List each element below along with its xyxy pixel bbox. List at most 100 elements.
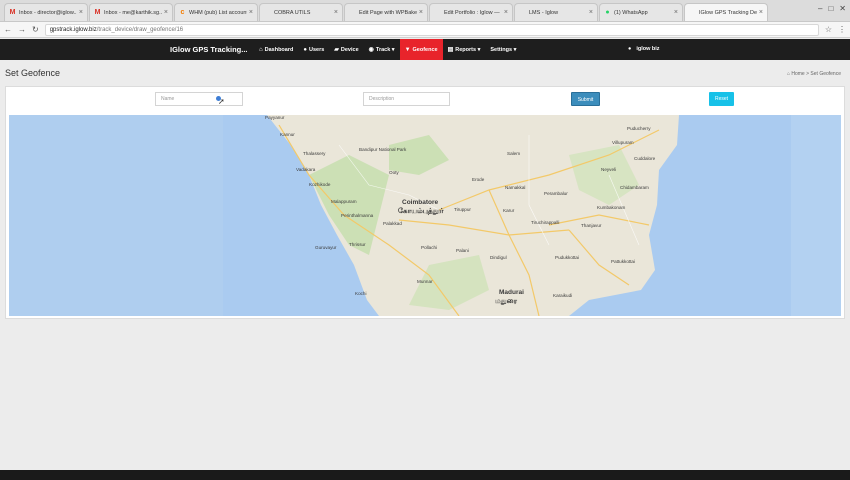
breadcrumb-home[interactable]: Home xyxy=(791,71,804,77)
nav-item-label: Dashboard xyxy=(264,46,294,53)
nav-item-dashboard[interactable]: ⌂ Dashboard xyxy=(254,39,298,60)
map-place-label: Pollachi xyxy=(421,245,438,250)
map-place-label: Dindigul xyxy=(490,255,507,260)
mouse-cursor-icon: ➚ xyxy=(218,97,225,106)
tab-close-icon[interactable]: × xyxy=(334,9,338,16)
tab-close-icon[interactable]: × xyxy=(164,9,168,16)
map-place-label: Kannur xyxy=(280,132,295,137)
map-place-local-label: கோயம்புத்தூர் xyxy=(398,208,444,215)
map-place-label: Palakkad xyxy=(383,221,402,226)
map-place-label: Thalassery xyxy=(303,151,326,156)
nav-item-label: Reports ▾ xyxy=(455,46,481,53)
browser-tab[interactable]: M Inbox - director@iglow... × xyxy=(4,3,88,21)
report-icon: ▤ xyxy=(447,47,454,53)
tab-close-icon[interactable]: × xyxy=(759,9,763,16)
map-place-label: Tiruchirappalli xyxy=(531,220,560,225)
nav-item-device[interactable]: ▰ Device xyxy=(329,39,363,60)
address-bar: ← → ↻ gpstrack.iglow.biz/track_device/dr… xyxy=(0,22,850,38)
tab-favicon-icon xyxy=(689,9,696,16)
map-marker-icon: ◉ xyxy=(368,47,374,53)
nav-item-geofence[interactable]: ▼ Geofence xyxy=(399,39,443,60)
url-input[interactable]: gpstrack.iglow.biz/track_device/draw_geo… xyxy=(44,23,819,36)
tab-label: WHM (pub) List accounts xyxy=(189,9,247,16)
browser-tab[interactable]: M Inbox - me@karthik.sg... × xyxy=(89,3,173,21)
browser-menu-icon[interactable]: ⋮ xyxy=(838,25,846,34)
user-icon: ● xyxy=(628,46,632,52)
tab-label: Edit Page with WPBaker xyxy=(359,9,417,16)
nav-item-label: Geofence xyxy=(412,46,438,53)
geofence-map[interactable]: Payyanur Kannur Thalassery Vadakara Kozhikod… xyxy=(9,115,841,316)
tab-favicon-icon xyxy=(519,9,526,16)
breadcrumb-current: Set Geofence xyxy=(810,71,841,77)
url-path: /track_device/draw_geofence/16 xyxy=(96,26,184,33)
browser-tab[interactable]: Edit Page with WPBaker × xyxy=(344,3,428,21)
taskbar xyxy=(0,470,850,480)
reload-icon[interactable]: ↻ xyxy=(32,25,39,34)
user-icon: ● xyxy=(303,46,307,53)
map-place-label: Perambalur xyxy=(544,191,568,196)
browser-tab[interactable]: Edit Portfolio : Iglow — × xyxy=(429,3,513,21)
reset-button[interactable]: Reset xyxy=(709,92,734,106)
nav-item-label: Device xyxy=(340,46,359,53)
tab-close-icon[interactable]: × xyxy=(419,9,423,16)
back-icon[interactable]: ← xyxy=(4,25,12,34)
tab-label: Inbox - me@karthik.sg... xyxy=(104,9,162,16)
minimize-icon[interactable]: – xyxy=(818,4,822,13)
nav-item-settings[interactable]: Settings ▾ xyxy=(485,39,521,60)
tab-label: COBRA UTILS xyxy=(274,9,311,16)
map-place-label: Villupuram xyxy=(612,140,634,145)
submit-button[interactable]: Submit xyxy=(571,92,600,106)
map-place-label: Vadakara xyxy=(296,167,316,172)
map-place-label: Puducherry xyxy=(627,126,651,131)
car-icon: ▰ xyxy=(334,47,339,53)
map-place-label: Karaikudi xyxy=(553,293,573,298)
breadcrumb-separator: > xyxy=(806,71,810,77)
map-place-label: Neyveli xyxy=(601,167,617,172)
map-place-label: Malappuram xyxy=(331,199,357,204)
tab-close-icon[interactable]: × xyxy=(589,9,593,16)
tab-favicon-icon: M xyxy=(9,9,16,16)
geofence-marker-icon: ▼ xyxy=(404,46,411,53)
map-place-label: Munnar xyxy=(417,279,433,284)
description-input[interactable]: Description xyxy=(363,92,450,106)
tab-favicon-icon xyxy=(434,9,441,16)
map-place-label: Thanjavur xyxy=(581,223,602,228)
user-menu[interactable]: ● iglow biz xyxy=(628,39,660,60)
maximize-icon[interactable]: □ xyxy=(828,4,833,13)
tab-label: (1) WhatsApp xyxy=(614,9,648,16)
window-controls: – □ ✕ xyxy=(818,4,846,13)
brand[interactable]: IGlow GPS Tracking... xyxy=(170,39,248,60)
browser-tab[interactable]: LMS - Iglow × xyxy=(514,3,598,21)
tab-label: IGlow GPS Tracking Dev xyxy=(699,9,757,16)
dashboard-icon: ⌂ xyxy=(259,46,263,53)
map-place-label: Payyanur xyxy=(265,115,285,120)
tab-favicon-icon xyxy=(349,9,356,16)
bookmark-star-icon[interactable]: ☆ xyxy=(825,25,832,34)
map-place-label: Thrissur xyxy=(349,242,366,247)
tab-close-icon[interactable]: × xyxy=(504,9,508,16)
tab-close-icon[interactable]: × xyxy=(249,9,253,16)
tab-favicon-icon: M xyxy=(94,9,101,16)
map-place-label: Guruvayur xyxy=(315,245,337,250)
nav-item-label: Users xyxy=(308,46,325,53)
map-place-label: Palani xyxy=(456,248,469,253)
geofence-panel: Name Description Submit Reset ➚ Payyanur… xyxy=(5,86,845,319)
browser-tab[interactable]: ● (1) WhatsApp × xyxy=(599,3,683,21)
nav-item-users[interactable]: ● Users xyxy=(298,39,329,60)
browser-tab[interactable]: IGlow GPS Tracking Dev × xyxy=(684,3,768,21)
browser-tab-strip: M Inbox - director@iglow... × M Inbox - me@k… xyxy=(0,0,850,22)
tab-close-icon[interactable]: × xyxy=(79,9,83,16)
name-input[interactable]: Name xyxy=(155,92,243,106)
app-navbar: IGlow GPS Tracking... ⌂ Dashboard ● Users ▰ D… xyxy=(0,39,850,60)
browser-tab[interactable]: c WHM (pub) List accounts × xyxy=(174,3,258,21)
nav-item-track[interactable]: ◉ Track ▾ xyxy=(364,39,400,60)
map-place-label: Perinthalmanna xyxy=(341,213,374,218)
close-window-icon[interactable]: ✕ xyxy=(839,4,846,13)
nav-item-label: Settings ▾ xyxy=(490,46,517,53)
tab-close-icon[interactable]: × xyxy=(674,9,678,16)
nav-item-reports[interactable]: ▤ Reports ▾ xyxy=(443,39,486,60)
map-place-label: Cuddalore xyxy=(634,156,656,161)
forward-icon[interactable]: → xyxy=(18,25,26,34)
browser-tab[interactable]: COBRA UTILS × xyxy=(259,3,343,21)
tab-favicon-icon xyxy=(264,9,271,16)
